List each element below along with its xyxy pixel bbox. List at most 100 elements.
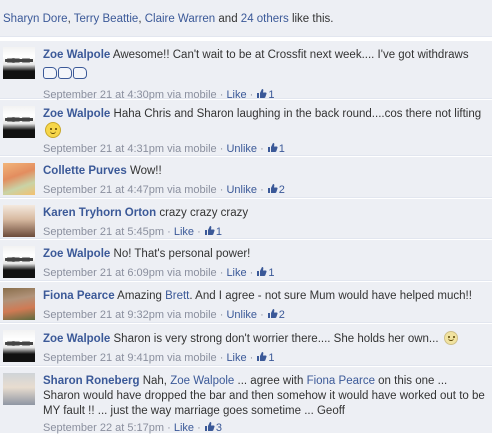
likes-summary: Sharyn Dore, Terry Beattie, Claire Warre… (0, 0, 492, 37)
thumbs-up-icon (267, 143, 278, 152)
smiley-icon (443, 331, 458, 345)
comments-panel: Sharyn Dore, Terry Beattie, Claire Warre… (0, 0, 492, 436)
likes-others-link[interactable]: 24 others (241, 13, 289, 25)
avatar[interactable] (3, 163, 35, 195)
like-count[interactable]: 1 (256, 267, 275, 279)
thumbs-up-icon (257, 267, 267, 276)
fist-bump-icon (43, 67, 88, 84)
mention-link[interactable]: Fiona Pearce (307, 375, 375, 387)
thumbs-up-icon (204, 226, 215, 235)
emoticon-row (43, 122, 486, 140)
like-count[interactable]: 2 (267, 184, 285, 196)
likes-suffix: like this. (288, 13, 334, 25)
comment-time[interactable]: September 21 at 4:31pm via mobile (43, 143, 217, 155)
like-count[interactable]: 1 (256, 352, 275, 364)
like-link[interactable]: Like (226, 352, 246, 364)
avatar[interactable] (3, 106, 35, 138)
comment-meta: September 22 at 5:17pm · Like · 3 (43, 421, 486, 436)
comment-meta: September 21 at 9:32pm via mobile · Unli… (43, 308, 486, 323)
meta-separator: · (194, 422, 204, 434)
unlike-link[interactable]: Unlike (226, 309, 257, 321)
thumbs-up-icon (257, 89, 267, 98)
comment-text: Nah, (142, 375, 171, 387)
mention-link[interactable]: Brett (165, 290, 189, 302)
like-link[interactable]: Like (226, 267, 246, 279)
like-link[interactable]: Like (174, 422, 194, 434)
meta-separator: · (216, 309, 227, 321)
comment-text: Wow!! (129, 165, 162, 177)
comment-meta: September 21 at 4:47pm via mobile · Unli… (43, 183, 486, 198)
likes-and: and (215, 13, 241, 25)
comment-text: Amazing (117, 290, 166, 302)
thumbs-up-icon (257, 352, 267, 361)
comment-author[interactable]: Zoe Walpole (43, 248, 110, 260)
comment-author[interactable]: Zoe Walpole (43, 333, 110, 345)
like-count[interactable]: 2 (267, 309, 285, 321)
comment-author[interactable]: Sharon Roneberg (43, 375, 139, 387)
comment-text: . And I agree - not sure Mum would have … (189, 290, 472, 302)
unlike-link[interactable]: Unlike (226, 184, 257, 196)
comment: Zoe Walpole No! That's personal power! S… (0, 240, 492, 281)
comment-time[interactable]: September 21 at 9:41pm via mobile (43, 352, 217, 364)
like-count[interactable]: 1 (267, 143, 285, 155)
comment-meta: September 21 at 6:09pm via mobile · Like… (43, 266, 486, 281)
comment: Zoe Walpole Sharon is very strong don't … (0, 324, 492, 366)
unlike-link[interactable]: Unlike (226, 143, 257, 155)
emoticon-row (43, 65, 486, 84)
like-count[interactable]: 3 (204, 422, 222, 434)
avatar[interactable] (3, 47, 35, 79)
like-count-value: 1 (268, 267, 275, 279)
smiley-icon (45, 122, 61, 138)
meta-separator: · (257, 309, 267, 321)
comment: Zoe Walpole Haha Chris and Sharon laughi… (0, 100, 492, 156)
comment-time[interactable]: September 22 at 5:17pm (43, 422, 164, 434)
comment-author[interactable]: Zoe Walpole (43, 108, 110, 120)
comment-text: No! That's personal power! (113, 248, 251, 260)
meta-separator: · (216, 352, 227, 364)
comment: Zoe Walpole Awesome!! Can't wait to be a… (0, 41, 492, 101)
comment-author[interactable]: Collette Purves (43, 165, 127, 177)
avatar[interactable] (3, 246, 35, 278)
comment-author[interactable]: Karen Tryhorn Orton (43, 207, 156, 219)
liker-link[interactable]: Claire Warren (145, 13, 216, 25)
meta-separator: · (246, 352, 257, 364)
like-count-value: 1 (268, 352, 275, 364)
liker-link[interactable]: Sharyn Dore (3, 13, 68, 25)
avatar[interactable] (3, 288, 35, 320)
like-count[interactable]: 1 (204, 226, 222, 238)
meta-separator: · (246, 267, 257, 279)
comment: Collette Purves Wow!! September 21 at 4:… (0, 157, 492, 198)
avatar[interactable] (3, 373, 35, 405)
like-link[interactable]: Like (174, 226, 194, 238)
meta-separator: · (216, 143, 227, 155)
meta-separator: · (164, 226, 174, 238)
comment: Sharon Roneberg Nah, Zoe Walpole ... agr… (0, 367, 492, 436)
liker-link[interactable]: Terry Beattie (74, 13, 139, 25)
comment-text: Haha Chris and Sharon laughing in the ba… (113, 108, 482, 120)
meta-separator: · (216, 184, 227, 196)
mention-link[interactable]: Zoe Walpole (170, 375, 234, 387)
comment-meta: September 21 at 9:41pm via mobile · Like… (43, 351, 486, 366)
comment-text: crazy crazy crazy (159, 207, 249, 219)
like-count-value: 2 (278, 184, 285, 196)
comment-time[interactable]: September 21 at 9:32pm via mobile (43, 309, 217, 321)
comment-text: ... agree with (234, 375, 307, 387)
meta-separator: · (257, 184, 267, 196)
comment-text: Awesome!! Can't wait to be at Crossfit n… (112, 49, 469, 61)
comment-meta: September 21 at 5:45pm · Like · 1 (43, 225, 486, 240)
like-count-value: 1 (215, 226, 222, 238)
meta-separator: · (194, 226, 204, 238)
avatar[interactable] (3, 330, 35, 362)
comment-time[interactable]: September 21 at 6:09pm via mobile (43, 267, 217, 279)
comment-time[interactable]: September 21 at 4:47pm via mobile (43, 184, 217, 196)
comment-time[interactable]: September 21 at 5:45pm (43, 226, 164, 238)
like-count-value: 1 (278, 143, 285, 155)
comment-author[interactable]: Fiona Pearce (43, 290, 115, 302)
thumbs-up-icon (267, 309, 278, 318)
meta-separator: · (257, 143, 267, 155)
comment-meta: September 21 at 4:31pm via mobile · Unli… (43, 142, 486, 157)
comment: Karen Tryhorn Orton crazy crazy crazy Se… (0, 199, 492, 239)
avatar[interactable] (3, 205, 35, 237)
comment-author[interactable]: Zoe Walpole (43, 49, 110, 61)
like-count-value: 2 (278, 309, 285, 321)
